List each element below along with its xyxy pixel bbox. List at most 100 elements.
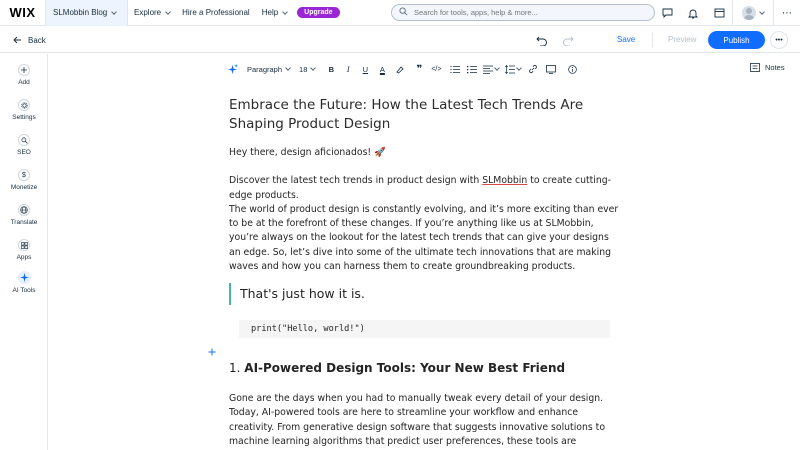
left-sidebar: Add Settings SEO $ Monetize Translate Ap… [0,54,48,450]
blockquote[interactable]: That's just how it is. [229,283,589,305]
chevron-down-icon [165,8,171,15]
align-left-icon [483,65,494,74]
formatting-toolbar: Paragraph 18 B I U A ❞ </> [225,60,578,78]
heading-text: AI-Powered Design Tools: Your New Best F… [244,361,566,375]
avatar [742,6,756,20]
nav-help[interactable]: Help [256,0,293,26]
bulleted-list-icon[interactable] [466,60,478,78]
greeting-paragraph[interactable]: Hey there, design aficionados! 🚀 [229,146,621,160]
site-selector[interactable]: SLMobbin Blog [46,0,128,26]
nav-hire-label: Hire a Professional [182,8,250,17]
sidebar-item-label: Apps [16,254,32,261]
text-color-icon[interactable]: A [376,60,388,78]
section-heading[interactable]: 1. AI-Powered Design Tools: Your New Bes… [229,360,565,377]
sidebar-item-monetize[interactable]: $ Monetize [0,169,48,191]
sparkle-icon [17,271,31,284]
highlight-icon[interactable] [393,60,405,78]
intro-text-before: Discover the latest tech trends in produ… [229,175,483,187]
editor-action-bar: Back Save Preview Publish ••• [0,27,800,53]
font-size-dropdown[interactable]: 18 [299,60,317,78]
apps-icon [18,239,30,251]
code-icon[interactable]: </> [429,60,443,78]
search-icon [399,7,408,18]
wix-logo[interactable]: WIX [0,0,46,26]
add-block-icon[interactable] [207,347,217,357]
sidebar-item-seo[interactable]: SEO [0,134,48,156]
arrow-left-icon [13,36,21,44]
article-body[interactable]: Embrace the Future: How the Latest Tech … [229,96,621,274]
divider [652,33,653,47]
ai-sparkle-icon[interactable] [225,60,239,78]
dollar-icon: $ [18,169,30,181]
window-icon[interactable] [706,0,732,26]
nav-explore-label: Explore [134,8,162,17]
search-icon [18,134,30,146]
publish-button[interactable]: Publish [708,31,765,49]
preview-button[interactable]: Preview [668,35,696,44]
redo-icon[interactable] [561,33,575,47]
account-menu[interactable] [732,0,774,26]
chevron-down-icon [759,9,765,15]
link-icon[interactable] [527,60,539,78]
post-title[interactable]: Embrace the Future: How the Latest Tech … [229,96,621,134]
code-block[interactable]: print("Hello, world!") [239,320,610,338]
italic-icon[interactable]: I [342,60,354,78]
top-icons: ⋯ [654,0,800,26]
back-button[interactable]: Back [13,27,46,53]
numbered-list-icon[interactable] [449,60,461,78]
font-size-label: 18 [299,64,308,74]
chevron-down-icon [282,8,289,15]
chevron-down-icon [310,65,317,71]
nav-hire-professional[interactable]: Hire a Professional [176,0,256,26]
undo-icon[interactable] [535,33,549,47]
more-icon[interactable]: ⋯ [774,0,800,26]
underline-icon[interactable]: U [359,60,371,78]
line-spacing-dropdown[interactable] [505,60,523,78]
alignment-dropdown[interactable] [483,60,501,78]
nav-help-label: Help [261,8,279,17]
notes-button[interactable]: Notes [750,63,785,72]
gear-icon [18,99,30,111]
sidebar-item-label: Translate [10,219,38,226]
notes-icon [750,63,760,72]
chat-icon[interactable] [654,0,680,26]
paragraph-style-dropdown[interactable]: Paragraph [247,60,291,78]
search-bar[interactable] [391,4,655,21]
sidebar-item-label: SEO [17,149,31,156]
save-button[interactable]: Save [617,35,635,44]
sidebar-item-label: Settings [12,114,36,121]
paragraph-style-label: Paragraph [247,64,283,74]
sidebar-item-label: Add [18,79,30,86]
embed-icon[interactable] [545,60,557,78]
info-icon[interactable] [566,60,578,78]
heading-number: 1. [229,361,241,375]
brand-mention: SLMobbin [482,175,528,187]
intro-paragraph[interactable]: Discover the latest tech trends in produ… [229,174,621,203]
site-name: SLMobbin Blog [53,8,108,17]
sidebar-item-label: AI Tools [12,287,36,294]
body-paragraph[interactable]: The world of product design is constantl… [229,203,621,274]
chevron-down-icon [285,65,291,71]
top-nav: Explore Hire a Professional Help Upgrade [128,0,340,26]
section-paragraph[interactable]: Gone are the days when you had to manual… [229,392,621,450]
chevron-down-icon [111,8,118,15]
upgrade-button[interactable]: Upgrade [297,7,340,18]
quote-icon[interactable]: ❞ [413,60,425,78]
sidebar-item-label: Monetize [10,184,38,191]
notes-label: Notes [765,63,785,72]
sidebar-item-ai-tools[interactable]: AI Tools [0,271,48,294]
sidebar-item-apps[interactable]: Apps [0,239,48,261]
more-options-icon[interactable]: ••• [770,31,788,49]
search-input[interactable] [414,8,634,17]
bell-icon[interactable] [680,0,706,26]
bold-icon[interactable]: B [325,60,337,78]
sidebar-item-settings[interactable]: Settings [0,99,48,121]
sidebar-item-add[interactable]: Add [0,64,48,86]
top-bar: WIX SLMobbin Blog Explore Hire a Profess… [0,0,800,26]
nav-explore[interactable]: Explore [128,0,176,26]
plus-icon [18,64,30,76]
sidebar-item-translate[interactable]: Translate [0,204,48,226]
back-label: Back [28,35,46,45]
globe-icon [18,204,30,216]
chevron-down-icon [516,65,523,71]
